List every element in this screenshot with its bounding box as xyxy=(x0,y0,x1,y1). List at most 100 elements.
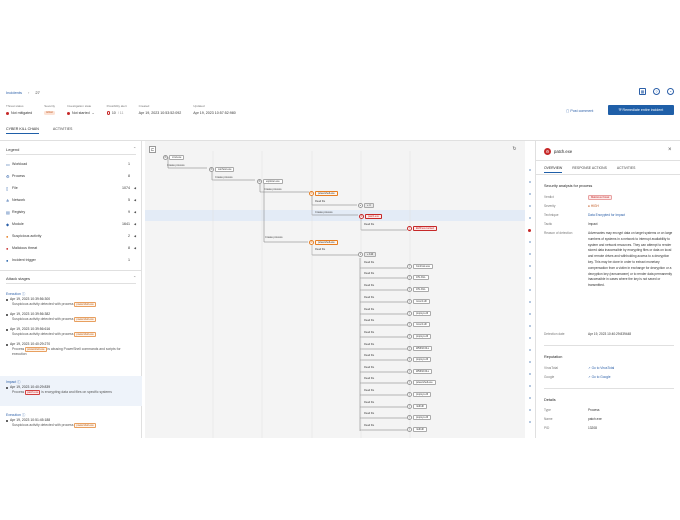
rail-marker[interactable] xyxy=(529,421,531,423)
virustotal-link[interactable]: ↗ Go to VirusTotal xyxy=(588,366,674,372)
node-powershell[interactable]: ⚙ powershell.exe xyxy=(309,190,338,196)
rail-marker[interactable] xyxy=(529,301,531,303)
rail-marker[interactable] xyxy=(529,373,531,375)
node-file[interactable]: ▯ propsys.dll xyxy=(407,310,431,316)
rail-marker[interactable] xyxy=(529,193,531,195)
kill-chain-graph[interactable]: ⊏ ↻ ⚙ cmd.exe Create process ⚙ conhost.exe… xyxy=(145,141,525,438)
rail-marker[interactable] xyxy=(529,277,531,279)
node-file[interactable]: ▯ powershell.exe xyxy=(407,379,436,385)
grid-icon[interactable]: ▦ xyxy=(639,88,646,95)
tab-activities[interactable]: ACTIVITIES xyxy=(53,127,73,134)
legend-item-network[interactable]: ⋔ Network 5 ◀ xyxy=(6,197,136,203)
node-cmd[interactable]: ⚙ cmd.exe xyxy=(163,154,185,160)
node-file[interactable]: ▯ WMI32.DLL xyxy=(407,345,433,351)
rail-marker[interactable] xyxy=(529,313,531,315)
tab-response-actions[interactable]: RESPONSE ACTIONS xyxy=(572,166,607,173)
node-file[interactable]: ▯ WMI32.DLL xyxy=(407,368,433,374)
edge-label: Create process xyxy=(264,188,282,191)
user-icon[interactable]: ◔ xyxy=(667,88,674,95)
refresh-icon[interactable]: ↻ xyxy=(511,146,518,153)
rail-marker[interactable] xyxy=(529,361,531,363)
node-file[interactable]: ▯ msvcrt.dll xyxy=(407,298,430,304)
stage-event[interactable]: Apr 19, 2023 10:51:45:188 Suspicious act… xyxy=(6,418,136,429)
breadcrumb-incidents-link[interactable]: Incidents xyxy=(6,90,22,95)
node-file[interactable]: ▯ propsys.dll xyxy=(407,333,431,339)
post-comment-button[interactable]: ▢ Post comment xyxy=(566,109,593,113)
tab-cyber-kill-chain[interactable]: CYBER KILL CHAIN xyxy=(6,127,39,134)
rail-marker[interactable] xyxy=(529,337,531,339)
node-conhost[interactable]: ⚙ conhost.exe xyxy=(209,166,235,172)
legend-item-registry[interactable]: ▤ Registry 9 ◀ xyxy=(6,209,136,215)
technique-link[interactable]: Data Encrypted for Impact xyxy=(588,213,674,219)
rail-marker[interactable] xyxy=(529,217,531,219)
legend-arrow[interactable]: ◀ xyxy=(130,198,136,202)
remediate-button[interactable]: ⛨ Remediate entire incident xyxy=(608,105,674,115)
process-tag[interactable]: powershell.exe xyxy=(74,423,96,429)
node-file[interactable]: ▯ ntdll.dll xyxy=(407,403,427,409)
rail-marker-selected[interactable] xyxy=(528,229,531,232)
legend-count: 2 xyxy=(128,234,130,238)
process-tag[interactable]: powershell.exe xyxy=(74,317,96,323)
node-label: propsys.dll xyxy=(413,310,431,316)
node-label: + 110 xyxy=(364,251,377,257)
rail-marker[interactable] xyxy=(529,265,531,267)
node-file[interactable]: ▯ propsys.dll xyxy=(407,356,431,362)
stage-event[interactable]: Apr 19, 2023 10:39:56:300 Suspicious act… xyxy=(6,297,136,308)
node-locked-file[interactable]: ▯ EMP.exe.locked xyxy=(407,225,437,231)
process-tag[interactable]: powershell.exe xyxy=(74,302,96,308)
help-icon[interactable]: ? xyxy=(653,88,660,95)
investigation-dropdown[interactable]: Not started ⌄ xyxy=(67,111,95,115)
stage-event[interactable]: Apr 19, 2023 10:39:56:382 Suspicious act… xyxy=(6,312,136,323)
node-file[interactable]: ▯ ATL.DLL xyxy=(407,274,429,280)
legend-item-module[interactable]: ◆ Module 1641 ◀ xyxy=(6,221,136,227)
collapse-panel-icon[interactable]: ⊏ xyxy=(149,146,156,153)
tab-overview[interactable]: OVERVIEW xyxy=(544,166,563,173)
node-file[interactable]: ▯ msvcrt.dll xyxy=(407,321,430,327)
rail-marker[interactable] xyxy=(529,409,531,411)
node-label: propsys.dll xyxy=(413,391,431,397)
rail-marker[interactable] xyxy=(529,253,531,255)
legend-item-process[interactable]: ⚙ Process 8 xyxy=(6,173,136,179)
node-file[interactable]: ▯ propsys.dll xyxy=(407,391,431,397)
rail-marker[interactable] xyxy=(529,181,531,183)
node-file[interactable]: ▯ ntdll.dll xyxy=(407,426,427,432)
node-file[interactable]: ▯ Conhost.exe xyxy=(407,263,434,269)
legend-collapse-icon[interactable]: ⌃ xyxy=(133,146,136,151)
rail-marker[interactable] xyxy=(529,325,531,327)
rail-marker[interactable] xyxy=(529,349,531,351)
node-powershell-2[interactable]: ⚙ powershell.exe xyxy=(309,239,338,245)
graph-edges xyxy=(145,151,525,438)
process-tag[interactable]: powershell.exe xyxy=(74,332,96,338)
attack-collapse-icon[interactable]: ⌃ xyxy=(133,275,136,280)
node-patch[interactable]: ⚙ patch.exe xyxy=(359,213,382,219)
process-tag[interactable]: patch.exe xyxy=(25,390,41,396)
close-icon[interactable]: × xyxy=(668,147,672,153)
tab-details-activities[interactable]: ACTIVITIES xyxy=(617,166,635,173)
legend-item-malicious[interactable]: ● Malicious threat 8 ◀ xyxy=(6,245,136,251)
process-tag[interactable]: powershell.exe xyxy=(25,347,47,353)
stage-event[interactable]: Apr 19, 2023 10:40:29:270 Process powers… xyxy=(6,342,136,357)
legend-item-file[interactable]: ▯ File 1074 ◀ xyxy=(6,185,136,191)
rail-marker[interactable] xyxy=(529,397,531,399)
legend-arrow[interactable]: ◀ xyxy=(130,210,136,214)
rail-marker[interactable] xyxy=(529,169,531,171)
legend-arrow[interactable]: ◀ xyxy=(130,246,136,250)
rail-marker[interactable] xyxy=(529,385,531,387)
node-explorer[interactable]: ⚙ explorer.exe xyxy=(257,178,283,184)
node-file[interactable]: ▯ ATL.DLL xyxy=(407,286,429,292)
node-group-110[interactable]: ▾ + 110 xyxy=(358,251,377,257)
stage-event[interactable]: Apr 19, 2023 10:39:56:616 Suspicious act… xyxy=(6,327,136,338)
legend-item-trigger[interactable]: ● Incident trigger 1 xyxy=(6,257,136,263)
legend-arrow[interactable]: ◀ xyxy=(130,222,136,226)
rail-marker[interactable] xyxy=(529,205,531,207)
google-link[interactable]: ↗ Go to Google xyxy=(588,375,674,381)
legend-arrow[interactable]: ◀ xyxy=(130,186,136,190)
legend-item-suspicious[interactable]: ● Suspicious activity 2 ◀ xyxy=(6,233,136,239)
node-group-4[interactable]: ▸ + 4 xyxy=(358,202,374,208)
legend-item-workload[interactable]: ▭ Workload 1 xyxy=(6,161,136,167)
stage-event[interactable]: Apr 19, 2023 10:40:29:839 Process patch.… xyxy=(6,385,136,396)
rail-marker[interactable] xyxy=(529,241,531,243)
rail-marker[interactable] xyxy=(529,289,531,291)
legend-arrow[interactable]: ◀ xyxy=(130,234,136,238)
node-file[interactable]: ▯ propsys.dll xyxy=(407,414,431,420)
